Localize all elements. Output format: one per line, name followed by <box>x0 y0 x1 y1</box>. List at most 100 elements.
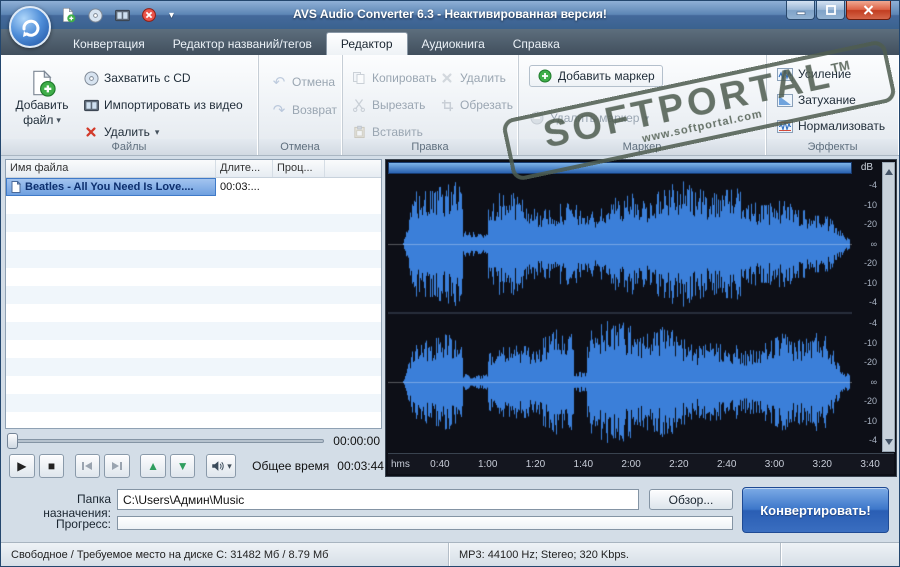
clipboard-icon <box>351 124 367 140</box>
copy-icon <box>351 70 367 86</box>
tab-conversion[interactable]: Конвертация <box>59 32 159 55</box>
close-button[interactable] <box>846 1 891 20</box>
db-label: -4 <box>868 435 877 445</box>
browse-label: Обзор... <box>668 492 714 507</box>
maximize-button[interactable] <box>816 1 845 20</box>
capture-cd-button[interactable]: Захватить с CD <box>83 69 243 87</box>
file-row-name-cell[interactable]: Beatles - All You Need Is Love.... <box>6 178 216 196</box>
trim-button[interactable]: Обрезать <box>439 96 513 114</box>
ribbon-group-marker: Добавить маркер Удалить маркер ▾ Маркер <box>519 55 767 155</box>
file-list-empty-row <box>6 358 381 376</box>
timeline-tick: 0:40 <box>430 458 450 470</box>
ribbon: Добавить файл ▾ Захватить с CD Импортиров… <box>1 55 899 156</box>
group-label-edit: Правка <box>343 139 517 155</box>
db-label: -10 <box>863 337 877 348</box>
minimize-button[interactable] <box>786 1 815 20</box>
add-file-button[interactable]: Добавить файл ▾ <box>9 60 75 136</box>
add-file-label-2: файл <box>23 113 54 127</box>
seek-bar: 00:00:00 <box>5 432 382 450</box>
previous-button[interactable] <box>74 454 101 478</box>
column-header-duration[interactable]: Длите... <box>216 160 273 177</box>
scroll-down-icon[interactable] <box>884 439 893 449</box>
amplify-button[interactable]: Усиление <box>777 65 885 83</box>
copy-button[interactable]: Копировать <box>351 69 437 87</box>
ribbon-group-effects: Усиление Затухание Нормализовать Эффекты <box>767 55 899 155</box>
seek-track[interactable] <box>9 439 324 443</box>
waveform-overview-strip[interactable] <box>388 162 852 174</box>
total-time-group: Общее время 00:03:44 <box>252 459 384 473</box>
chevron-down-icon: ▾ <box>227 460 232 471</box>
trim-icon <box>439 97 455 113</box>
tab-help[interactable]: Справка <box>499 32 574 55</box>
db-label: -4 <box>868 180 877 190</box>
qat-more-chevron-icon[interactable]: ▾ <box>169 10 174 21</box>
qat-add-file-button[interactable] <box>57 4 79 26</box>
file-list-empty-row <box>6 376 381 394</box>
status-bar: Свободное / Требуемое место на диске C: … <box>1 542 899 566</box>
next-button[interactable] <box>104 454 130 478</box>
trim-label: Обрезать <box>460 98 513 112</box>
undo-label: Отмена <box>292 75 336 89</box>
tab-editor[interactable]: Редактор <box>325 32 408 55</box>
cd-icon <box>87 7 103 23</box>
file-row-name: Beatles - All You Need Is Love.... <box>25 181 194 193</box>
stop-button[interactable]: ■ <box>38 454 65 478</box>
ribbon-group-edit: Копировать Вырезать Вставить Удалить Обр… <box>343 55 519 155</box>
progress-bar <box>117 516 733 530</box>
play-icon: ▶ <box>17 459 27 473</box>
db-label: -10 <box>863 415 877 426</box>
move-up-button[interactable]: ▲ <box>140 454 166 478</box>
column-header-progress[interactable]: Проц... <box>273 160 325 177</box>
file-list: Имя файла Длите... Проц... Beatles - All… <box>5 159 382 429</box>
scroll-up-icon[interactable] <box>884 165 893 175</box>
fade-button[interactable]: Затухание <box>777 91 885 109</box>
group-label-files: Файлы <box>1 139 257 155</box>
db-label: ∞ <box>870 238 877 249</box>
destination-path-input[interactable] <box>117 489 639 510</box>
remove-marker-button[interactable]: Удалить маркер ▾ <box>529 109 649 127</box>
app-menu-button[interactable] <box>9 6 51 48</box>
chevron-down-icon: ▾ <box>644 112 650 123</box>
group-label-effects: Эффекты <box>767 139 898 155</box>
add-marker-label: Добавить маркер <box>558 69 655 83</box>
play-button[interactable]: ▶ <box>9 454 35 478</box>
window-controls <box>785 1 891 20</box>
redo-button[interactable]: ↷ Возврат <box>271 101 337 119</box>
amplify-label: Усиление <box>798 67 852 81</box>
titlebar: ▾ AVS Audio Converter 6.3 - Неактивирова… <box>1 1 899 29</box>
db-label: -10 <box>863 199 877 210</box>
waveform-canvas[interactable] <box>388 175 852 451</box>
group-label-undo: Отмена <box>259 139 341 155</box>
undo-button[interactable]: ↶ Отмена <box>271 73 337 91</box>
normalize-button[interactable]: Нормализовать <box>777 117 885 135</box>
vertical-zoom-scrollbar[interactable] <box>882 162 895 452</box>
fade-label: Затухание <box>798 93 856 107</box>
add-file-label-1: Добавить <box>15 98 69 112</box>
file-row[interactable]: Beatles - All You Need Is Love.... 00:03… <box>6 178 381 196</box>
timeline-ticks: 0:40 1:00 1:20 1:40 2:00 2:20 2:40 3:00 3:20 3:40 <box>416 459 894 470</box>
cut-button[interactable]: Вырезать <box>351 96 437 114</box>
db-label: -20 <box>863 258 877 268</box>
delete-selection-button[interactable]: Удалить <box>439 69 513 87</box>
tab-tag-editor[interactable]: Редактор названий/тегов <box>159 32 326 55</box>
seek-handle[interactable] <box>7 433 18 449</box>
convert-button[interactable]: Конвертировать! <box>742 487 889 533</box>
timeline-tick: 2:00 <box>621 458 641 470</box>
add-marker-button[interactable]: Добавить маркер <box>529 65 663 87</box>
copy-label: Копировать <box>372 71 437 85</box>
db-scale: -4 -10 -20 ∞ -20 -10 -4 -4 -10 -20 ∞ -20 -10 -4 <box>854 175 881 451</box>
browse-button[interactable]: Обзор... <box>649 489 733 510</box>
move-down-button[interactable]: ▼ <box>169 454 196 478</box>
qat-capture-cd-button[interactable] <box>84 4 106 26</box>
column-header-spacer <box>325 160 381 177</box>
import-video-button[interactable]: Импортировать из видео <box>83 96 243 114</box>
qat-delete-button[interactable] <box>138 4 160 26</box>
volume-button[interactable]: ▾ <box>205 454 237 478</box>
ribbon-group-files: Добавить файл ▾ Захватить с CD Импортиров… <box>1 55 259 155</box>
file-row-duration: 00:03:... <box>220 181 260 193</box>
file-list-empty-row <box>6 250 381 268</box>
window-title: AVS Audio Converter 6.3 - Неактивированн… <box>293 7 607 21</box>
column-header-filename[interactable]: Имя файла <box>6 160 216 177</box>
qat-import-video-button[interactable] <box>111 4 133 26</box>
tab-audiobook[interactable]: Аудиокнига <box>408 32 499 55</box>
